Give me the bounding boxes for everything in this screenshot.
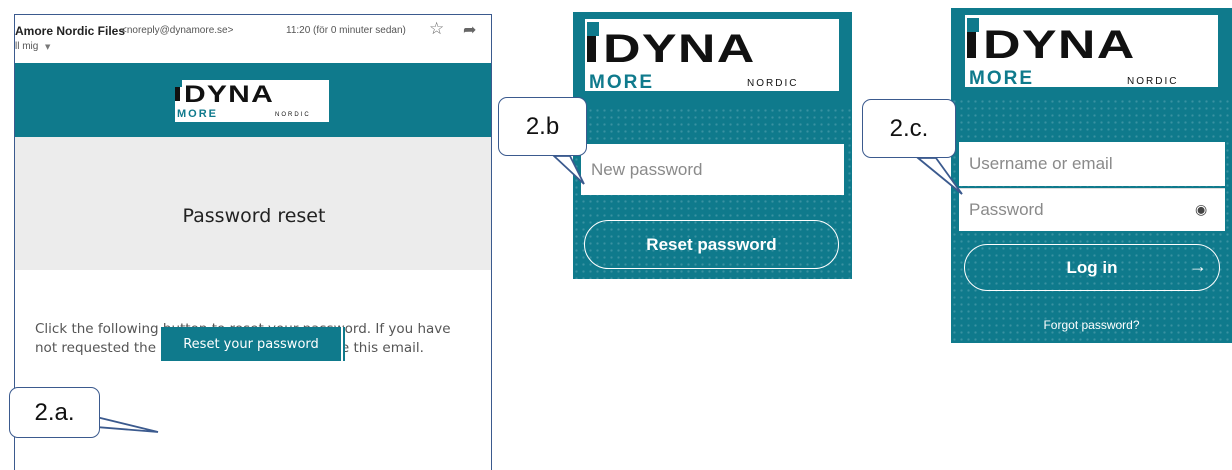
callout-2a: 2.a.: [9, 387, 100, 438]
callout-2c: 2.c.: [862, 99, 956, 158]
callout-pointers: [83, 155, 963, 433]
callout-2b: 2.b: [498, 97, 587, 156]
